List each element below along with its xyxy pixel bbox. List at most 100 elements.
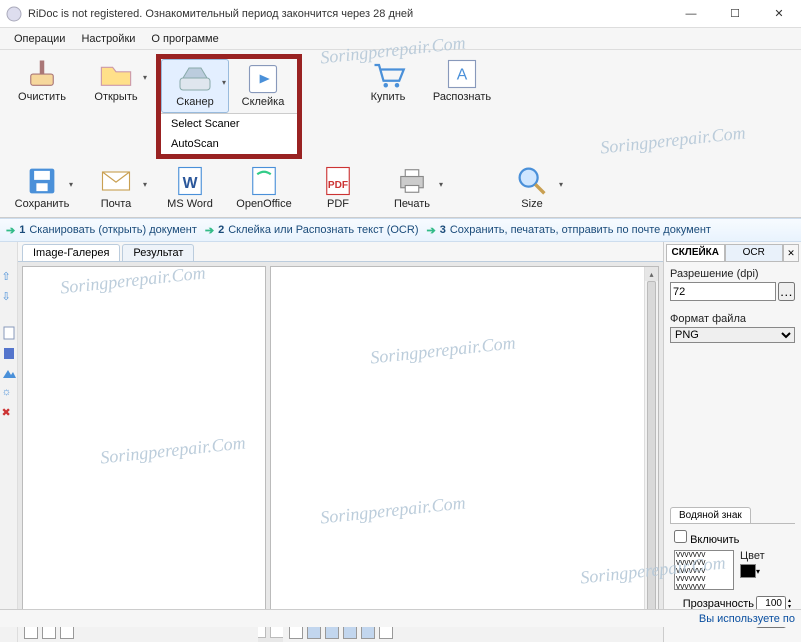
dpi-label: Разрешение (dpi) (670, 268, 795, 280)
stitch-label: Склейка (242, 96, 285, 108)
watermark-enable-checkbox[interactable] (674, 530, 687, 543)
menu-about[interactable]: О программе (143, 31, 226, 47)
mail-label: Почта (101, 198, 132, 210)
msword-label: MS Word (167, 198, 213, 210)
watermark-preview: VVVVVVVVVVVVVVVVVVVVVVVVVVVVVVVVVVV (674, 550, 734, 590)
svg-text:A: A (457, 67, 468, 84)
ocr-icon: A (444, 59, 480, 89)
autoscan-item[interactable]: AutoScan (161, 134, 297, 154)
tab-result[interactable]: Результат (122, 244, 194, 261)
save-button[interactable]: Сохранить (8, 161, 76, 215)
arrow-down-icon[interactable]: ⇩ (2, 290, 16, 304)
step-2-label: Склейка или Распознать текст (OCR) (228, 224, 418, 236)
svg-text:PDF: PDF (328, 180, 348, 191)
right-tab-ocr[interactable]: OCR (725, 244, 784, 262)
scroll-thumb[interactable] (647, 281, 656, 623)
print-button[interactable]: Печать (378, 161, 446, 215)
format-label: Формат файла (670, 313, 795, 325)
save-icon (24, 166, 60, 196)
scanner-button[interactable]: Сканер (161, 59, 229, 113)
opacity-label: Прозрачность (683, 598, 754, 610)
format-select[interactable]: PNG (670, 327, 795, 343)
openoffice-icon (246, 166, 282, 196)
tab-gallery[interactable]: Image-Галерея (22, 244, 120, 261)
scroll-up-button[interactable]: ▴ (645, 267, 658, 281)
status-text: Вы используете по (699, 613, 795, 625)
printer-icon (394, 166, 430, 196)
menu-settings[interactable]: Настройки (73, 31, 143, 47)
scanner-icon (177, 64, 213, 94)
color-dropdown-icon[interactable]: ▾ (756, 567, 760, 576)
mail-button[interactable]: Почта (82, 161, 150, 215)
open-label: Открыть (94, 91, 137, 103)
left-toolbar: ⇧ ⇩ ☼ ✖ (0, 242, 18, 642)
app-icon (6, 6, 22, 22)
workflow-steps: ➔1Сканировать (открыть) документ ➔2Склей… (0, 218, 801, 242)
toolbar: Очистить Открыть Сканер Склейка Select S… (0, 50, 801, 218)
openoffice-label: OpenOffice (236, 198, 291, 210)
close-button[interactable]: ✕ (757, 0, 801, 28)
step-1-label: Сканировать (открыть) документ (29, 224, 197, 236)
page-icon[interactable] (2, 326, 16, 340)
statusbar: Вы используете по (0, 609, 801, 627)
select-scanner-item[interactable]: Select Scaner (161, 114, 297, 134)
menu-operations[interactable]: Операции (6, 31, 73, 47)
scanner-group-highlight: Сканер Склейка Select Scaner AutoScan (156, 54, 302, 159)
clear-button[interactable]: Очистить (8, 54, 76, 108)
folder-open-icon (98, 59, 134, 89)
buy-button[interactable]: Купить (354, 54, 422, 108)
watermark-tab[interactable]: Водяной знак (670, 507, 751, 524)
magnifier-icon (514, 166, 550, 196)
main-body: ⇧ ⇩ ☼ ✖ Image-Галерея Результат ▴ ▾ (0, 242, 801, 642)
recognize-label: Распознать (433, 91, 491, 103)
maximize-button[interactable]: ☐ (713, 0, 757, 28)
svg-text:W: W (183, 175, 198, 192)
step-1[interactable]: ➔1Сканировать (открыть) документ (6, 224, 197, 237)
cart-icon (370, 59, 406, 89)
preview-scrollbar[interactable]: ▴ ▾ (644, 267, 658, 637)
mountain-icon[interactable] (2, 366, 16, 380)
stitch-icon (245, 64, 281, 94)
watermark-enable[interactable]: Включить (674, 534, 739, 546)
menubar: Операции Настройки О программе (0, 28, 801, 50)
mail-icon (98, 166, 134, 196)
clear-label: Очистить (18, 91, 66, 103)
color-label: Цвет (740, 550, 765, 562)
delete-icon[interactable]: ✖ (2, 406, 16, 420)
step-3[interactable]: ➔3Сохранить, печатать, отправить по почт… (426, 224, 710, 237)
dpi-more-button[interactable]: … (778, 282, 795, 301)
right-panel: СКЛЕЙКА OCR ✕ Разрешение (dpi) … Формат … (663, 242, 801, 642)
dpi-input[interactable] (670, 282, 776, 301)
openoffice-button[interactable]: OpenOffice (230, 161, 298, 215)
word-icon: W (172, 166, 208, 196)
main-tabs: Image-Галерея Результат (18, 242, 663, 262)
pdf-button[interactable]: PDF PDF (304, 161, 372, 215)
color-swatch[interactable] (740, 564, 756, 578)
msword-button[interactable]: W MS Word (156, 161, 224, 215)
buy-label: Купить (371, 91, 406, 103)
main-area: Image-Галерея Результат ▴ ▾ (18, 242, 663, 642)
gallery-pane[interactable] (22, 266, 266, 638)
minimize-button[interactable]: — (669, 0, 713, 28)
window-title: RiDoc is not registered. Ознакомительный… (28, 8, 669, 20)
clipboard-icon[interactable] (2, 346, 16, 360)
step-2[interactable]: ➔2Склейка или Распознать текст (OCR) (205, 224, 419, 237)
save-label: Сохранить (15, 198, 70, 210)
size-button[interactable]: Size (498, 161, 566, 215)
stitch-button[interactable]: Склейка (229, 59, 297, 113)
preview-pane[interactable]: ▴ ▾ (270, 266, 659, 638)
scanner-dropdown: Select Scaner AutoScan (161, 113, 297, 154)
step-3-label: Сохранить, печатать, отправить по почте … (450, 224, 711, 236)
open-button[interactable]: Открыть (82, 54, 150, 108)
right-panel-close[interactable]: ✕ (783, 244, 799, 262)
right-tab-stitch[interactable]: СКЛЕЙКА (666, 244, 725, 262)
arrow-up-icon[interactable]: ⇧ (2, 270, 16, 284)
size-label: Size (521, 198, 542, 210)
print-label: Печать (394, 198, 430, 210)
brightness-icon[interactable]: ☼ (2, 386, 16, 400)
recognize-button[interactable]: A Распознать (428, 54, 496, 108)
broom-icon (24, 59, 60, 89)
pdf-label: PDF (327, 198, 349, 210)
titlebar: RiDoc is not registered. Ознакомительный… (0, 0, 801, 28)
pdf-icon: PDF (320, 166, 356, 196)
